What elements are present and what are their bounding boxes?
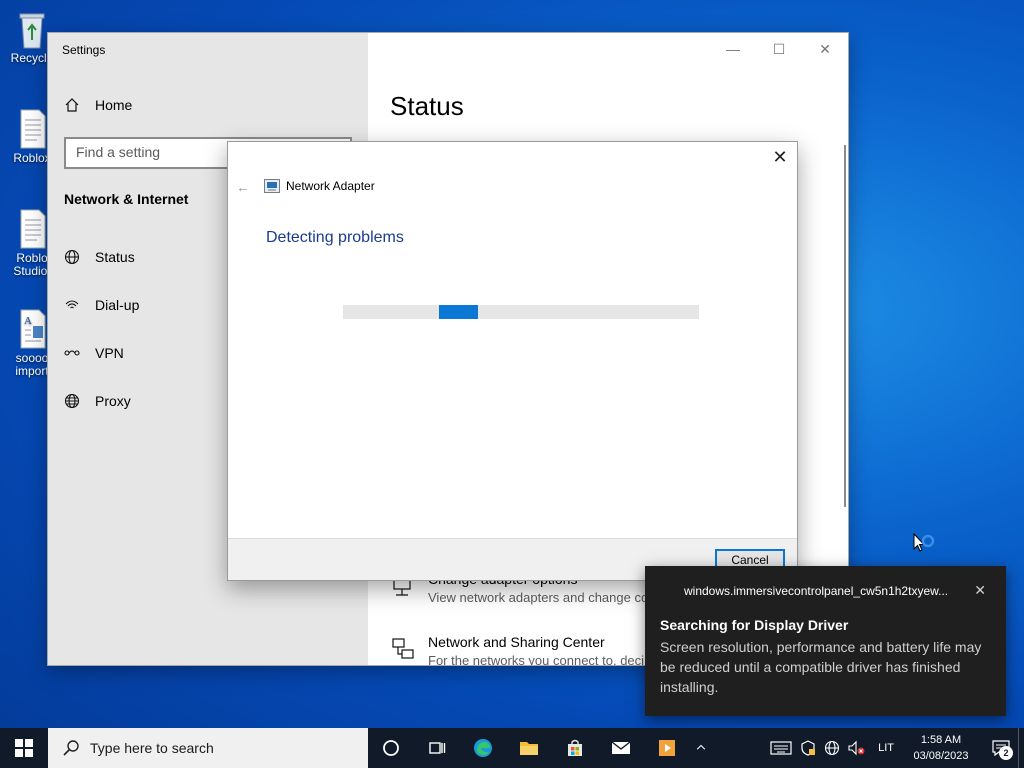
- item-subtitle: View network adapters and change co: [428, 590, 649, 605]
- chevron-up-icon: [696, 744, 706, 750]
- tray-keyboard[interactable]: [766, 728, 796, 768]
- file-explorer-button[interactable]: [506, 728, 552, 768]
- sidebar-item-label: Dial-up: [95, 297, 140, 313]
- toast-close-button[interactable]: ✕: [974, 582, 986, 599]
- system-tray: LIT 1:58 AM 03/08/2023 2: [766, 728, 1024, 768]
- edge-button[interactable]: [460, 728, 506, 768]
- clock-date: 03/08/2023: [913, 750, 969, 762]
- status-text: Detecting problems: [266, 229, 404, 246]
- store-bag-icon: [568, 739, 582, 756]
- desktop-icon-label: Roblox: [13, 151, 51, 165]
- window-title: Settings: [62, 43, 106, 57]
- home-icon: [65, 98, 79, 112]
- cortana-icon: [383, 740, 399, 756]
- windows-logo-icon: [15, 739, 33, 757]
- store-button[interactable]: [552, 728, 598, 768]
- scrollbar[interactable]: [844, 145, 846, 507]
- language-indicator[interactable]: LIT: [878, 742, 894, 754]
- dialog-close-button[interactable]: ✕: [771, 148, 789, 166]
- dialog-header: Network Adapter: [264, 179, 375, 193]
- globe-status-icon: [64, 249, 80, 265]
- recycle-bin-icon: [19, 13, 45, 49]
- media-player-button[interactable]: [644, 728, 690, 768]
- toast-notification[interactable]: windows.immersivecontrolpanel_cw5n1h2txy…: [645, 566, 1006, 716]
- progress-indicator: [439, 305, 479, 319]
- dialog-header-label: Network Adapter: [286, 179, 375, 193]
- network-adapter-icon: [264, 179, 280, 193]
- taskbar: Type here to search LIT 1:58 AM 03/08/20…: [0, 728, 1024, 768]
- sidebar-item-dial-up[interactable]: Dial-up: [64, 297, 139, 313]
- sidebar-item-label: Proxy: [95, 393, 131, 409]
- nav-home-label: Home: [95, 97, 133, 113]
- sidebar-item-label: VPN: [95, 345, 124, 361]
- mail-icon: [611, 741, 631, 754]
- clock[interactable]: 1:58 AM 03/08/2023: [904, 732, 978, 764]
- mail-button[interactable]: [598, 728, 644, 768]
- svg-text:A: A: [24, 315, 32, 327]
- vpn-icon: [64, 350, 80, 356]
- sidebar-item-proxy[interactable]: Proxy: [64, 393, 131, 409]
- taskbar-search-box[interactable]: Type here to search: [48, 728, 368, 768]
- keyboard-icon: [770, 741, 792, 755]
- folder-icon: [520, 742, 538, 755]
- document-icon: [20, 109, 46, 149]
- close-button[interactable]: ✕: [802, 33, 848, 65]
- item-title: Network and Sharing Center: [428, 634, 605, 650]
- search-icon: [63, 740, 79, 756]
- action-center-button[interactable]: 2: [984, 728, 1018, 768]
- sidebar-item-vpn[interactable]: VPN: [64, 345, 124, 361]
- desktop-icon-label: Recycle: [10, 51, 54, 65]
- nav-home[interactable]: Home: [64, 97, 132, 113]
- toast-body: Screen resolution, performance and batte…: [660, 639, 982, 695]
- notification-count-badge: 2: [999, 746, 1013, 760]
- show-desktop-button[interactable]: [1018, 728, 1024, 768]
- globe-icon: [64, 393, 80, 409]
- task-view-button[interactable]: [414, 728, 460, 768]
- cortana-button[interactable]: [368, 728, 414, 768]
- security-warning-icon: [801, 740, 816, 756]
- minimize-button[interactable]: —: [710, 33, 756, 65]
- maximize-button[interactable]: ☐: [756, 33, 802, 65]
- sidebar-item-status[interactable]: Status: [64, 249, 135, 265]
- dial-up-icon: [65, 300, 79, 309]
- tray-network[interactable]: [820, 728, 844, 768]
- volume-muted-icon: [848, 740, 865, 756]
- page-title: Status: [390, 91, 464, 121]
- sharing-center-icon: [392, 638, 414, 659]
- tray-volume[interactable]: [844, 728, 868, 768]
- back-arrow-icon[interactable]: ←: [236, 179, 250, 195]
- sidebar-item-label: Status: [95, 249, 135, 265]
- tray-security[interactable]: [796, 728, 820, 768]
- start-button[interactable]: [0, 728, 48, 768]
- taskbar-search-placeholder: Type here to search: [90, 740, 214, 756]
- network-sharing-center-link[interactable]: Network and Sharing Center For the netwo…: [390, 634, 644, 665]
- edge-browser-icon: [474, 739, 492, 757]
- section-title: Network & Internet: [64, 191, 189, 207]
- document-icon: [20, 209, 46, 249]
- troubleshooter-dialog: ✕ ← Network Adapter Detecting problems C…: [227, 141, 798, 581]
- task-view-icon: [429, 742, 446, 754]
- clock-time: 1:58 AM: [920, 734, 962, 746]
- network-globe-icon: [825, 740, 840, 756]
- search-placeholder: Find a setting: [76, 144, 161, 160]
- toast-app-name: windows.immersivecontrolpanel_cw5n1h2txy…: [684, 584, 949, 598]
- toast-title: Searching for Display Driver: [660, 617, 849, 633]
- progress-bar: [343, 305, 699, 319]
- item-subtitle: For the networks you connect to, deci: [428, 653, 645, 665]
- tray-overflow-button[interactable]: [690, 728, 712, 768]
- busy-cursor-icon: [913, 533, 935, 552]
- wordpad-document-icon: A: [20, 309, 46, 349]
- media-player-icon: [659, 740, 675, 756]
